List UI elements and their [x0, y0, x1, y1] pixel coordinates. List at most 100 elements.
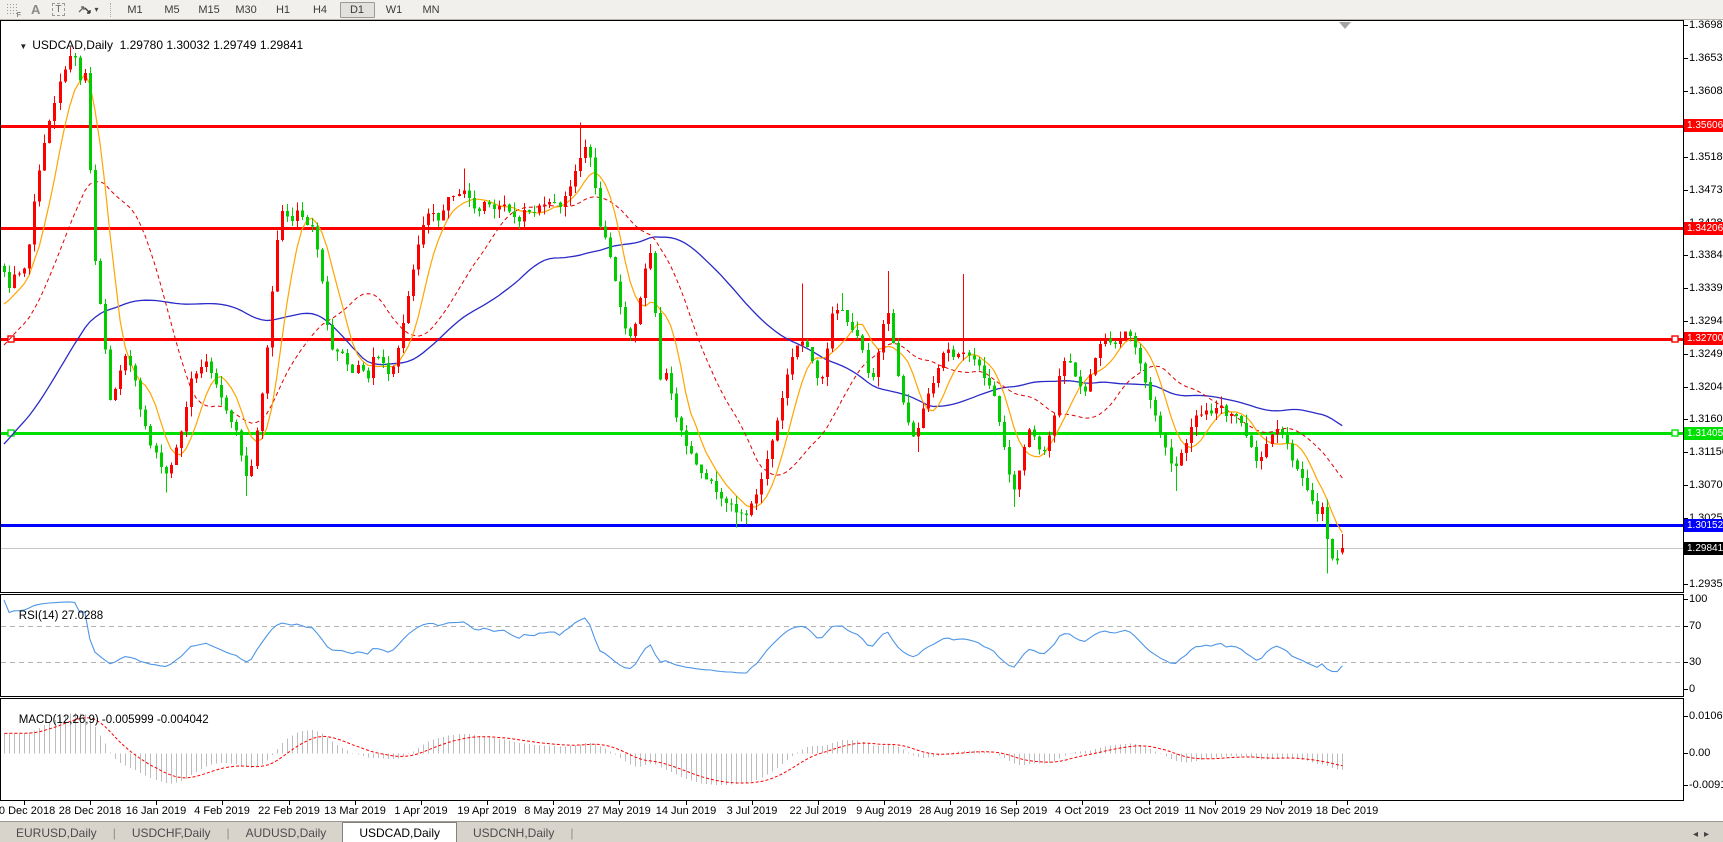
date-label: 10 Dec 2018	[0, 805, 55, 817]
date-label: 11 Nov 2019	[1184, 805, 1246, 817]
rsi-tick-label-tick	[1684, 599, 1688, 600]
price-tick-label: 1.36980	[1689, 19, 1723, 32]
price-level-chip: 1.35606	[1684, 119, 1723, 132]
price-tick-label: 1.31600	[1689, 413, 1723, 426]
date-label: 14 Jun 2019	[656, 805, 717, 817]
date-label: 29 Nov 2019	[1250, 805, 1312, 817]
tab-eurusd[interactable]: EURUSD,Daily	[0, 824, 113, 842]
rsi-label: RSI(14) 27.0288	[6, 598, 103, 634]
tab-audusd[interactable]: AUDUSD,Daily	[230, 824, 343, 842]
rsi-tick-label-tick	[1684, 626, 1688, 627]
date-label: 3 Jul 2019	[727, 805, 778, 817]
date-label: 19 Apr 2019	[457, 805, 516, 817]
macd-value-main: -0.005999	[102, 714, 154, 726]
price-tick-label: 1.32490	[1689, 348, 1723, 361]
price-tick-label-tick	[1684, 354, 1688, 355]
macd-tick-label-tick	[1684, 753, 1688, 754]
price-tick-label-tick	[1684, 25, 1688, 26]
chart-symbol: USDCAD,Daily	[32, 38, 113, 52]
arrows-tool-button[interactable]: ▾	[71, 1, 105, 18]
price-tick-label: 1.35180	[1689, 151, 1723, 164]
rsi-tick-label-tick	[1684, 689, 1688, 690]
price-tick-label-tick	[1684, 452, 1688, 453]
price-tick-label-tick	[1684, 91, 1688, 92]
rsi-tick-label-tick	[1684, 662, 1688, 663]
grip-grid-icon[interactable]: F	[0, 1, 25, 18]
ohlc-open: 1.29780	[120, 38, 163, 52]
tab-separator: |	[570, 826, 573, 842]
date-label: 16 Sep 2019	[985, 805, 1047, 817]
date-label: 8 May 2019	[524, 805, 581, 817]
timeframe-button-m30[interactable]: M30	[229, 2, 264, 18]
letter-a-icon: A	[31, 2, 40, 17]
timeframe-button-h4[interactable]: H4	[303, 2, 338, 18]
timeframe-button-mn[interactable]: MN	[414, 2, 449, 18]
dropdown-caret-icon: ▾	[95, 5, 99, 14]
price-level-chip: 1.31405	[1684, 427, 1723, 440]
mt4-window: F A T ▾ M1M5M15M30H1H4D1W1MN ▼ USDCAD,Dai…	[0, 0, 1723, 842]
price-tick-label: 1.30700	[1689, 479, 1723, 492]
price-tick-label: 1.32040	[1689, 381, 1723, 394]
macd-tick-label-tick	[1684, 716, 1688, 717]
price-tick-label: 1.33390	[1689, 282, 1723, 295]
rsi-panel[interactable]	[0, 594, 1684, 697]
tab-usdchf[interactable]: USDCHF,Daily	[116, 824, 227, 842]
timeframe-button-m1[interactable]: M1	[118, 2, 153, 18]
macd-label: MACD(12,26,9) -0.005999 -0.004042	[6, 702, 209, 738]
price-tick-label-tick	[1684, 190, 1688, 191]
price-tick-label: 1.32940	[1689, 315, 1723, 328]
chart-shift-marker[interactable]	[1339, 22, 1351, 29]
price-tick-label: 1.29350	[1689, 578, 1723, 591]
date-label: 22 Feb 2019	[258, 805, 320, 817]
price-tick-label-tick	[1684, 321, 1688, 322]
date-label: 28 Dec 2018	[59, 805, 121, 817]
price-tick-label-tick	[1684, 485, 1688, 486]
diagonal-arrows-icon	[77, 3, 92, 16]
ohlc-high: 1.30032	[166, 38, 209, 52]
timeframe-button-h1[interactable]: H1	[266, 2, 301, 18]
timeframe-button-w1[interactable]: W1	[377, 2, 412, 18]
letter-t-icon: T	[52, 3, 64, 16]
date-label: 9 Aug 2019	[856, 805, 912, 817]
price-tick-label-tick	[1684, 58, 1688, 59]
macd-tick-label: 0.00	[1689, 747, 1710, 760]
rsi-tick-label: 100	[1689, 593, 1707, 606]
macd-value-signal: -0.004042	[157, 714, 209, 726]
date-label: 13 Mar 2019	[324, 805, 386, 817]
collapse-triangle-icon[interactable]: ▼	[19, 42, 27, 51]
rsi-name: RSI(14)	[19, 610, 59, 622]
chart-tab-bar: EURUSD,Daily|USDCHF,Daily|AUDUSD,DailyUS…	[0, 821, 1723, 842]
timeframe-button-d1[interactable]: D1	[340, 2, 375, 18]
tab-usdcad[interactable]: USDCAD,Daily	[342, 822, 457, 842]
price-level-chip: 1.32700	[1684, 332, 1723, 345]
rsi-tick-label: 70	[1689, 620, 1701, 633]
timeframe-buttons: M1M5M15M30H1H4D1W1MN	[117, 2, 450, 18]
price-level-chip: 1.29841	[1684, 542, 1723, 555]
price-tick-label: 1.34730	[1689, 184, 1723, 197]
ohlc-close: 1.29841	[260, 38, 303, 52]
main-chart[interactable]	[0, 20, 1684, 593]
price-tick-label-tick	[1684, 419, 1688, 420]
timeframe-button-m5[interactable]: M5	[155, 2, 190, 18]
tab-scroll-arrows[interactable]: ◂▸	[1693, 829, 1723, 842]
tab-usdcnh[interactable]: USDCNH,Daily	[457, 824, 570, 842]
chart-title: ▼ USDCAD,Daily 1.29780 1.30032 1.29749 1.…	[6, 24, 303, 66]
macd-panel[interactable]	[0, 698, 1684, 801]
text-box-tool-button[interactable]: T	[46, 1, 70, 18]
ohlc-low: 1.29749	[213, 38, 256, 52]
date-label: 1 Apr 2019	[394, 805, 447, 817]
macd-name: MACD(12,26,9)	[19, 714, 99, 726]
price-tick-label-tick	[1684, 584, 1688, 585]
date-axis: 10 Dec 201828 Dec 201816 Jan 20194 Feb 2…	[0, 801, 1723, 821]
price-level-chip: 1.30152	[1684, 519, 1723, 532]
price-tick-label: 1.36530	[1689, 52, 1723, 65]
price-tick-label: 1.36080	[1689, 85, 1723, 98]
timeframe-button-m15[interactable]: M15	[192, 2, 227, 18]
macd-tick-label-tick	[1684, 785, 1688, 786]
text-label-tool-button[interactable]: A	[25, 1, 46, 18]
macd-tick-label: 0.010615	[1689, 710, 1723, 723]
date-label: 27 May 2019	[587, 805, 651, 817]
price-tick-label-tick	[1684, 387, 1688, 388]
price-tick-label-tick	[1684, 255, 1688, 256]
rsi-tick-label: 30	[1689, 656, 1701, 669]
